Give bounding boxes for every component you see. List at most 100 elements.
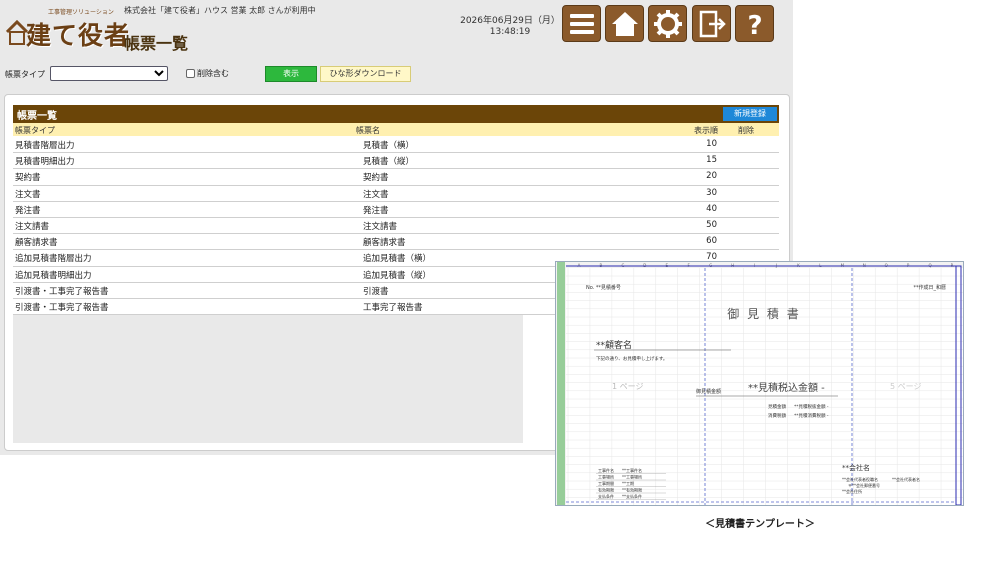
row-form-name[interactable]: 追加見積書（横） [363, 252, 431, 264]
table-empty-area [13, 315, 523, 443]
row-form-type[interactable]: 引渡書・工事完了報告書 [15, 301, 109, 313]
template-page-right: 5 ページ [890, 382, 921, 391]
template-sub1-value: **見積税抜金額 - [794, 403, 829, 410]
row-form-type[interactable]: 見積書明細出力 [15, 155, 75, 167]
template-info-value: **工期 [622, 480, 634, 486]
table-row[interactable]: 発注書 発注書 40 [13, 202, 779, 218]
template-sub2-value: **見積消費税額 - [794, 412, 829, 419]
template-sheet: ABCDEFGHIJKLMNOPQRNo. **見積番号**作成日_和暦御 見 … [556, 262, 963, 506]
home-icon [611, 11, 638, 36]
column-header-delete: 削除 [738, 126, 754, 135]
current-time: 13:48:19 [489, 27, 531, 37]
form-type-select[interactable] [50, 66, 168, 81]
row-form-name[interactable]: 追加見積書（縦） [363, 269, 431, 281]
row-display-order: 10 [706, 139, 717, 149]
row-form-name[interactable]: 工事完了報告書 [363, 301, 423, 313]
template-info-value: **工事場所 [622, 474, 642, 480]
include-deleted-label: 削除含む [197, 69, 229, 78]
show-button[interactable]: 表示 [265, 66, 317, 82]
table-row[interactable]: 顧客請求書 顧客請求書 60 [13, 234, 779, 251]
include-deleted-toggle[interactable]: 削除含む [186, 68, 229, 79]
template-sub1-label: 見積金額 [768, 403, 786, 410]
row-form-name[interactable]: 顧客請求書 [363, 236, 406, 248]
template-estimate-no: No. **見積番号 [586, 284, 621, 291]
frozen-pane-marker [557, 262, 565, 505]
logo-text: 建て役者 [26, 21, 131, 50]
estimate-template-preview: ABCDEFGHIJKLMNOPQRNo. **見積番号**作成日_和暦御 見 … [555, 261, 964, 506]
template-sub2-label: 消費税額 [768, 412, 786, 419]
table-row[interactable]: 注文書 注文書 30 [13, 186, 779, 202]
panel-title: 帳票一覧 [17, 111, 57, 122]
table-header: 帳票タイプ 帳票名 表示順 削除 [13, 123, 779, 136]
row-form-type[interactable]: 追加見積書階層出力 [15, 252, 92, 264]
template-intro: 下記の通り、お見積申し上げます。 [596, 355, 667, 362]
row-display-order: 30 [706, 187, 717, 198]
table-row[interactable]: 注文請書 注文請書 50 [13, 218, 779, 235]
settings-button[interactable] [648, 5, 687, 42]
template-page-left: 1 ページ [612, 382, 643, 391]
row-display-order: 50 [706, 219, 717, 230]
template-amount-value: **見積税込金額 - [748, 381, 825, 394]
column-header-order[interactable]: 表示順 [694, 125, 718, 136]
user-info: 株式会社「建て役者」ハウス 営業 太郎 さんが利用中 [124, 6, 316, 15]
column-header-type[interactable]: 帳票タイプ [15, 125, 55, 136]
new-register-button[interactable]: 新規登録 [723, 107, 777, 121]
template-created-date: **作成日_和暦 [913, 284, 946, 291]
row-form-name[interactable]: 発注書 [363, 204, 389, 216]
table-row[interactable]: 見積書階層出力 見積書（横） 10 [13, 137, 779, 154]
help-button[interactable]: ? [735, 5, 774, 42]
gear-icon [653, 9, 682, 38]
column-header-bar [556, 262, 963, 268]
row-form-name[interactable]: 見積書（縦） [363, 155, 414, 167]
current-date: 2026年06月29日（月） [460, 16, 560, 26]
logo-tagline: 工事管理ソリューション [48, 9, 114, 16]
row-display-order: 40 [706, 203, 717, 214]
row-form-type[interactable]: 引渡書・工事完了報告書 [15, 285, 109, 297]
row-form-type[interactable]: 追加見積書明細出力 [15, 269, 92, 281]
template-company-sub: **会社代表者役職名 [842, 476, 878, 482]
include-deleted-checkbox[interactable] [186, 69, 195, 78]
template-company: **会社名 [842, 463, 870, 472]
template-info-label: 有効期限 [598, 487, 614, 493]
form-type-label: 帳票タイプ [5, 70, 45, 79]
template-doc-title: 御 見 積 書 [727, 306, 800, 321]
template-customer: **顧客名 [596, 339, 632, 351]
template-info-label: 支払条件 [598, 493, 614, 499]
row-form-type[interactable]: 顧客請求書 [15, 236, 58, 248]
home-button[interactable] [605, 5, 644, 42]
menu-button[interactable] [562, 5, 601, 42]
row-form-name[interactable]: 注文書 [363, 188, 389, 200]
menu-icon [569, 13, 594, 34]
row-form-type[interactable]: 注文請書 [15, 220, 49, 232]
column-header-name[interactable]: 帳票名 [356, 125, 380, 136]
page-title: 帳票一覧 [124, 34, 189, 53]
logo[interactable]: 工事管理ソリューション 建て役者 [4, 6, 129, 50]
row-display-order: 60 [706, 236, 717, 247]
house-logo-icon [6, 20, 28, 45]
template-info-value: **工事件名 [622, 467, 642, 473]
template-download-button[interactable]: ひな形ダウンロード [320, 66, 411, 82]
template-company-sub: **会社代表者名 [892, 476, 920, 482]
row-display-order: 15 [706, 155, 717, 166]
template-amount-label: 御見積金額 [696, 388, 721, 395]
row-form-name[interactable]: 契約書 [363, 171, 389, 183]
logout-button[interactable] [692, 5, 731, 42]
row-form-type[interactable]: 契約書 [15, 171, 41, 183]
row-form-type[interactable]: 発注書 [15, 204, 41, 216]
table-row[interactable]: 見積書明細出力 見積書（縦） 15 [13, 153, 779, 170]
table-row[interactable]: 契約書 契約書 20 [13, 169, 779, 186]
template-info-value: **有効期限 [622, 487, 642, 493]
row-form-type[interactable]: 注文書 [15, 188, 41, 200]
template-info-label: 工事場所 [598, 474, 614, 480]
row-form-type[interactable]: 見積書階層出力 [15, 139, 75, 151]
row-form-name[interactable]: 注文請書 [363, 220, 397, 232]
row-form-name[interactable]: 見積書（横） [363, 139, 414, 151]
template-info-label: 工事期間 [598, 480, 614, 486]
svg-text:?: ? [747, 11, 762, 39]
template-info-label: 工事件名 [598, 467, 614, 473]
template-caption: ＜見積書テンプレート＞ [705, 519, 815, 530]
row-display-order: 20 [706, 171, 717, 182]
row-form-name[interactable]: 引渡書 [363, 285, 389, 297]
template-company-sub: **会社住所 [842, 488, 862, 494]
template-company-sub: 〒**会社郵便番号 [848, 482, 880, 488]
